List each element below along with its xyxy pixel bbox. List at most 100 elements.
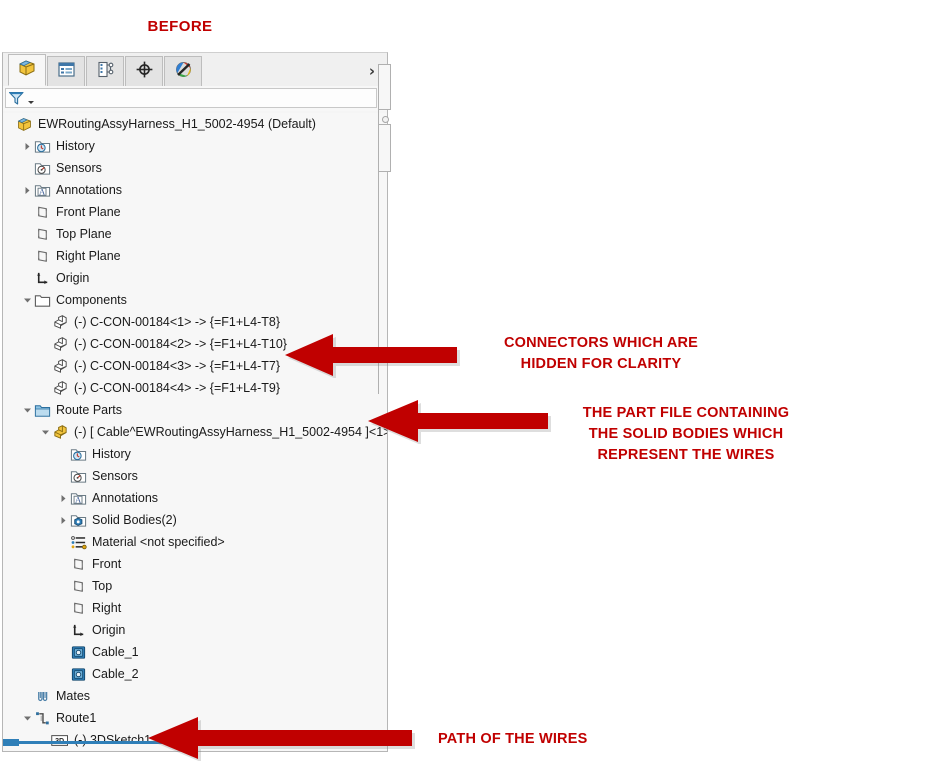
tree-item[interactable]: Front Plane <box>3 201 387 223</box>
tree-item-label: Origin <box>92 623 126 637</box>
tree-item[interactable]: (-) C-CON-00184<1> -> {=F1+L4-T8} <box>3 311 387 333</box>
filter-row <box>3 86 387 111</box>
twist-spacer <box>21 201 33 223</box>
tree-item[interactable]: Route1 <box>3 707 387 729</box>
tree-item-label: (-) C-CON-00184<3> -> {=F1+L4-T7} <box>74 359 280 373</box>
tree-item-label: History <box>56 139 95 153</box>
display-manager-tab[interactable] <box>164 56 202 86</box>
component-part-icon <box>51 357 69 375</box>
filter-input[interactable] <box>5 88 377 108</box>
annotations-folder-icon: A <box>69 489 87 507</box>
twist-spacer <box>57 443 69 465</box>
chevron-right-icon[interactable] <box>21 179 33 201</box>
tab-overflow-button[interactable]: › <box>365 56 379 86</box>
design-tree[interactable]: EWRoutingAssyHarness_H1_5002-4954 (Defau… <box>3 113 387 751</box>
appearance-sphere-icon <box>174 60 193 84</box>
tree-item[interactable]: A Annotations <box>3 487 387 509</box>
tree-item-label: Right Plane <box>56 249 121 263</box>
before-caption: BEFORE <box>147 18 213 35</box>
tree-item-label: Solid Bodies(2) <box>92 513 177 527</box>
tree-item-label: (-) C-CON-00184<2> -> {=F1+L4-T10} <box>74 337 287 351</box>
origin-axis-icon <box>69 621 87 639</box>
tree-item[interactable]: (-) [ Cable^EWRoutingAssyHarness_H1_5002… <box>3 421 387 443</box>
twist-spacer <box>39 333 51 355</box>
tree-item-label: Components <box>56 293 127 307</box>
tree-item[interactable]: (-) C-CON-00184<2> -> {=F1+L4-T10} <box>3 333 387 355</box>
twist-spacer <box>21 223 33 245</box>
assembly-cube-icon <box>17 58 37 83</box>
tree-item[interactable]: History <box>3 135 387 157</box>
panel-tab-strip: › <box>3 53 387 87</box>
solid-bodies-folder-icon <box>69 511 87 529</box>
rollback-bar-handle[interactable] <box>3 739 19 746</box>
tree-item[interactable]: A Annotations <box>3 179 387 201</box>
tree-item-label: (-) 3DSketch1 <box>74 733 152 747</box>
chevron-down-icon[interactable] <box>21 399 33 421</box>
tree-item[interactable]: EWRoutingAssyHarness_H1_5002-4954 (Defau… <box>3 113 387 135</box>
tree-item[interactable]: History <box>3 443 387 465</box>
chevron-right-icon[interactable] <box>57 487 69 509</box>
tree-item[interactable]: Origin <box>3 619 387 641</box>
cable-feature-icon <box>69 643 87 661</box>
configuration-manager-tab[interactable] <box>86 56 124 86</box>
tree-item-label: Sensors <box>56 161 102 175</box>
splitter-notch-bottom[interactable] <box>379 124 391 172</box>
panel-splitter[interactable] <box>378 64 391 394</box>
twist-spacer <box>57 553 69 575</box>
tree-item[interactable]: Sensors <box>3 465 387 487</box>
tree-item[interactable]: Origin <box>3 267 387 289</box>
tree-item-label: Cable_1 <box>92 645 139 659</box>
tree-item-label: Cable_2 <box>92 667 139 681</box>
twist-spacer <box>57 663 69 685</box>
tree-item[interactable]: Route Parts <box>3 399 387 421</box>
tree-item-label: (-) [ Cable^EWRoutingAssyHarness_H1_5002… <box>74 425 387 439</box>
route-icon <box>33 709 51 727</box>
sketch-3d-icon: 3D <box>51 731 69 749</box>
dimxpert-manager-tab[interactable] <box>125 56 163 86</box>
twist-spacer <box>57 531 69 553</box>
plane-icon <box>33 203 51 221</box>
tree-item[interactable]: Solid Bodies(2) <box>3 509 387 531</box>
chevron-right-icon[interactable] <box>21 135 33 157</box>
tree-item[interactable]: Front <box>3 553 387 575</box>
material-icon <box>69 533 87 551</box>
tree-item[interactable]: Right <box>3 597 387 619</box>
property-manager-tab[interactable] <box>47 56 85 86</box>
tree-item-label: Right <box>92 601 122 615</box>
tree-item-label: Route1 <box>56 711 97 725</box>
tree-item[interactable]: Right Plane <box>3 245 387 267</box>
chevron-down-icon[interactable] <box>27 92 35 110</box>
svg-text:A: A <box>74 494 81 504</box>
tree-item[interactable]: Components <box>3 289 387 311</box>
chevron-right-icon[interactable] <box>57 509 69 531</box>
tree-item[interactable]: Sensors <box>3 157 387 179</box>
twist-spacer <box>39 377 51 399</box>
tree-item[interactable]: Mates <box>3 685 387 707</box>
tree-item[interactable]: Top Plane <box>3 223 387 245</box>
twist-spacer <box>57 641 69 663</box>
splitter-notch-top[interactable] <box>379 64 391 110</box>
arrow-to-cable-part <box>368 400 554 444</box>
tree-item[interactable]: Cable_2 <box>3 663 387 685</box>
tree-item[interactable]: Top <box>3 575 387 597</box>
plane-icon <box>33 247 51 265</box>
filter-funnel-icon[interactable] <box>8 90 25 111</box>
assembly-cube-icon <box>15 115 33 133</box>
tree-item-label: Top <box>92 579 113 593</box>
tree-item[interactable]: Material <not specified> <box>3 531 387 553</box>
chevron-down-icon[interactable] <box>21 707 33 729</box>
rollback-bar[interactable] <box>3 739 379 746</box>
tree-item[interactable]: (-) C-CON-00184<4> -> {=F1+L4-T9} <box>3 377 387 399</box>
tree-item[interactable]: Cable_1 <box>3 641 387 663</box>
tree-item-label: Sensors <box>92 469 138 483</box>
tree-item[interactable]: (-) C-CON-00184<3> -> {=F1+L4-T7} <box>3 355 387 377</box>
splitter-grip-dot[interactable] <box>382 116 389 123</box>
plane-icon <box>69 555 87 573</box>
feature-manager-design-tree-tab[interactable] <box>8 54 46 86</box>
chevron-down-icon[interactable] <box>39 421 51 443</box>
note-connectors-hidden: CONNECTORS WHICH ARE HIDDEN FOR CLARITY <box>503 335 699 372</box>
tree-item[interactable]: 3D (-) 3DSketch1 <box>3 729 387 751</box>
chevron-down-icon[interactable] <box>21 289 33 311</box>
twist-spacer <box>21 157 33 179</box>
plane-icon <box>33 225 51 243</box>
